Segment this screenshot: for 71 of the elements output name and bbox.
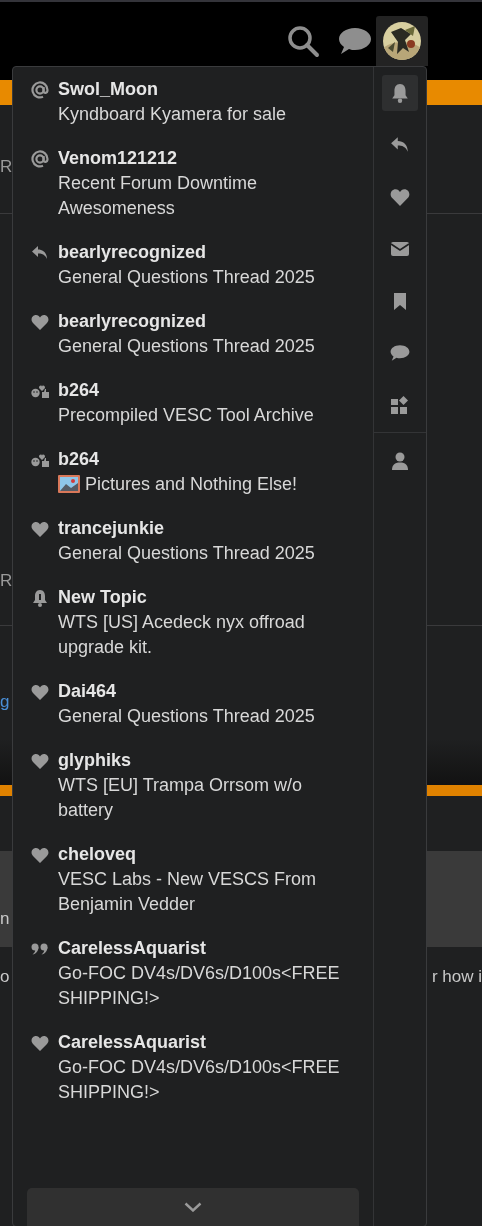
bell-tab[interactable] [382, 75, 418, 111]
chat-icon [390, 344, 410, 362]
notification-item[interactable]: trancejunkie General Questions Thread 2025 [13, 516, 373, 585]
notification-item[interactable]: b264 Pictures and Nothing Else! [13, 447, 373, 516]
page-text-fragment: r how i [431, 967, 482, 987]
heart-icon [31, 313, 49, 330]
notification-item[interactable]: cheloveq VESC Labs - New VESCS From Benjamin Vedder [13, 842, 373, 936]
page-text-fragment: n [0, 909, 11, 929]
heart-icon [390, 188, 410, 206]
notification-item[interactable]: glyphiks WTS [EU] Trampa Orrsom w/o battery [13, 748, 373, 842]
notification-author: Swol_Moon [58, 78, 158, 101]
chevron-down-icon [184, 1202, 202, 1212]
notification-topic: VESC Labs - New VESCS From Benjamin Vedder [58, 868, 318, 916]
notification-item[interactable]: New Topic WTS [US] Acedeck nyx offroad upgrade kit. [13, 585, 373, 679]
search-icon[interactable] [286, 24, 320, 58]
bell-icon [391, 83, 409, 103]
notification-author: CarelessAquarist [58, 1031, 207, 1054]
notification-author: trancejunkie [58, 517, 165, 540]
user-icon [392, 452, 408, 470]
notification-author: CarelessAquarist [58, 937, 207, 960]
heart-icon [31, 683, 49, 700]
bell-icon [32, 588, 48, 607]
notification-topic: General Questions Thread 2025 [58, 266, 315, 289]
notification-author: bearlyrecognized [58, 241, 207, 264]
notification-topic: Recent Forum Downtime Awesomeness [58, 172, 259, 220]
notification-topic: WTS [US] Acedeck nyx offroad upgrade kit. [58, 611, 306, 659]
bookmark-icon [393, 291, 407, 311]
notification-author: New Topic [58, 586, 147, 609]
notification-topic: Precompiled VESC Tool Archive [58, 404, 314, 427]
page-text-fragment: o [0, 967, 11, 987]
widgets-icon [391, 396, 409, 414]
notification-item[interactable]: Dai464 General Questions Thread 2025 [13, 679, 373, 748]
notification-item[interactable]: CarelessAquarist Go-FOC DV4s/DV6s/D100s<FREE SHIPPING!> [13, 936, 373, 1030]
notification-topic: Pictures and Nothing Else! [58, 472, 298, 497]
notification-author: Dai464 [58, 680, 117, 703]
notification-item[interactable]: bearlyrecognized General Questions Thread 2025 [13, 240, 373, 309]
notification-item[interactable]: CarelessAquarist Go-FOC DV4s/DV6s/D100s<FREE SHIPPING!> [13, 1030, 373, 1124]
reply-icon [390, 136, 410, 154]
reactions-icon [31, 452, 49, 467]
notification-topic: Go-FOC DV4s/DV6s/D100s<FREE SHIPPING!> [58, 1056, 341, 1104]
notification-topic: General Questions Thread 2025 [58, 542, 315, 565]
notification-author: b264 [58, 379, 100, 402]
notification-topic: WTS [EU] Trampa Orrsom w/o battery [58, 774, 304, 822]
notification-item[interactable]: bearlyrecognized General Questions Thread 2025 [13, 309, 373, 378]
notification-item[interactable]: Swol_Moon Kyndboard Kyamera for sale [13, 77, 373, 146]
notification-item[interactable]: b264 Precompiled VESC Tool Archive [13, 378, 373, 447]
notification-author: b264 [58, 448, 100, 471]
notification-author: glyphiks [58, 749, 132, 772]
page-text-fragment: R [0, 571, 12, 591]
notification-item[interactable]: Venom121212 Recent Forum Downtime Awesomeness [13, 146, 373, 240]
heart-icon [31, 1034, 49, 1051]
chat-icon[interactable] [338, 26, 372, 56]
quote-icon [31, 942, 49, 955]
envelope-icon [390, 241, 410, 257]
notification-topic: General Questions Thread 2025 [58, 335, 315, 358]
notification-author: cheloveq [58, 843, 137, 866]
at-sign-icon [31, 149, 49, 168]
avatar-button[interactable] [376, 16, 428, 66]
page-text-fragment: g [0, 691, 11, 713]
heart-icon [31, 520, 49, 537]
heart-icon [31, 752, 49, 769]
reactions-icon [31, 383, 49, 398]
notification-topic: Go-FOC DV4s/DV6s/D100s<FREE SHIPPING!> [58, 962, 341, 1010]
notification-author: bearlyrecognized [58, 310, 207, 333]
notification-author: Venom121212 [58, 147, 178, 170]
reply-icon [31, 244, 49, 261]
page-text-fragment: R [0, 157, 12, 177]
at-sign-icon [31, 80, 49, 99]
notification-topic: Kyndboard Kyamera for sale [58, 103, 287, 126]
notification-topic: General Questions Thread 2025 [58, 705, 315, 728]
heart-icon [31, 846, 49, 863]
